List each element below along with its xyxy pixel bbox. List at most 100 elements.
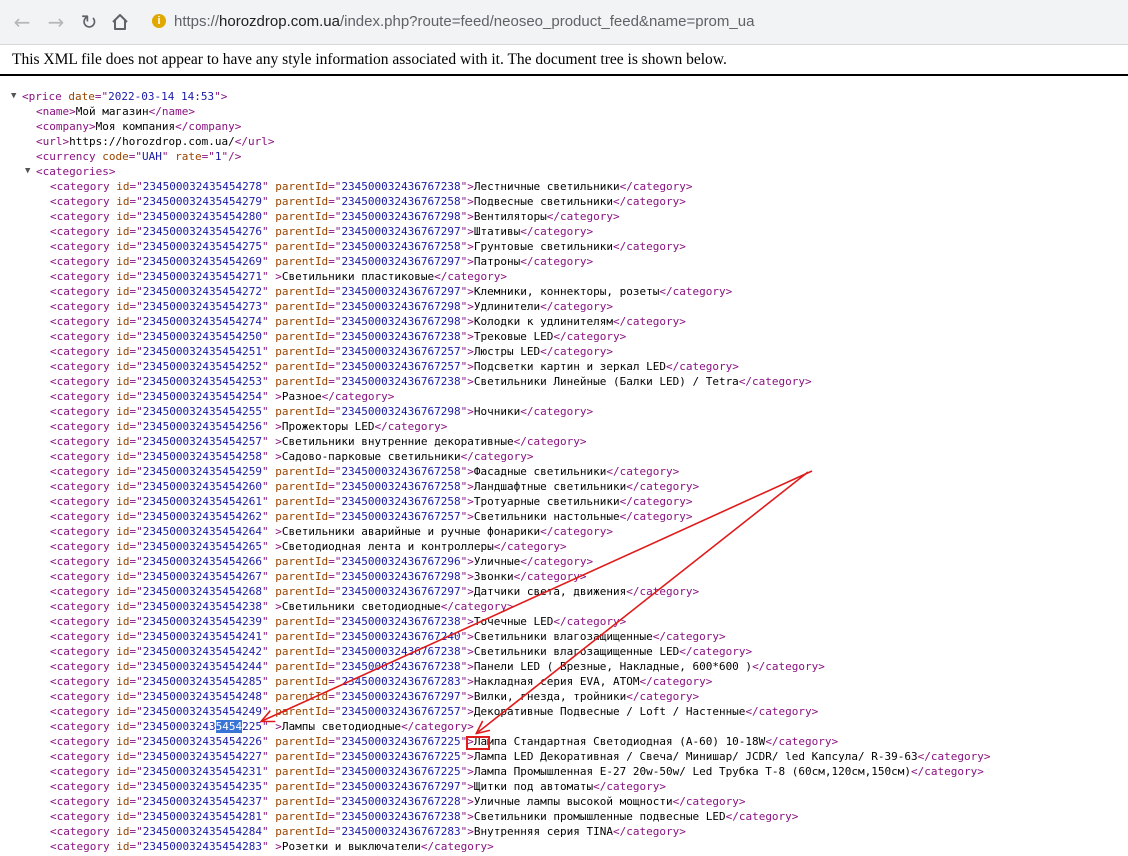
category-name: Прожекторы LED: [281, 420, 375, 433]
xml-token: parentId: [275, 810, 329, 823]
xml-token: </category>: [626, 585, 700, 598]
url-host: horozdrop.com.ua: [219, 13, 340, 30]
xml-token: id: [116, 600, 130, 613]
xml-category: <category id="234500032435454275" parent…: [0, 239, 1128, 254]
xml-category: <category id="234500032435454276" parent…: [0, 224, 1128, 239]
xml-token: >: [467, 480, 474, 493]
xml-token: ": [261, 210, 276, 223]
back-arrow-icon[interactable]: ←: [10, 10, 34, 34]
xml-category: <category id="234500032435454281" parent…: [0, 809, 1128, 824]
category-parent-id: 234500032436767297: [341, 780, 461, 793]
category-id: 234500032435454284: [142, 825, 262, 838]
xml-token: =": [129, 285, 143, 298]
category-parent-id: 234500032436767298: [341, 315, 461, 328]
url-text[interactable]: https://horozdrop.com.ua/index.php?route…: [174, 13, 754, 30]
xml-token: id: [116, 405, 130, 418]
xml-token: =": [328, 645, 342, 658]
xml-token: =": [129, 360, 143, 373]
xml-token: </category>: [679, 645, 753, 658]
xml-token: ": [261, 405, 276, 418]
xml-token: ">: [214, 90, 228, 103]
reload-icon[interactable]: ↻: [77, 10, 101, 34]
category-id: 234500032435454268: [142, 585, 262, 598]
xml-token: ": [261, 660, 276, 673]
xml-token: parentId: [275, 195, 329, 208]
xml-token: id: [116, 630, 130, 643]
xml-token: >: [467, 630, 474, 643]
xml-company-value: Моя компания: [95, 120, 176, 133]
category-id: 234500032435454259: [142, 465, 262, 478]
xml-token: parentId: [275, 210, 329, 223]
xml-token: =": [328, 750, 342, 763]
xml-token: >: [467, 240, 474, 253]
xml-category: <category id="234500032435454279" parent…: [0, 194, 1128, 209]
collapse-toggle-icon[interactable]: ▼: [11, 89, 16, 104]
xml-token: =": [328, 660, 342, 673]
category-parent-id: 234500032436767297: [341, 225, 461, 238]
xml-token: =": [328, 630, 342, 643]
category-id: 234500032435454249: [142, 705, 262, 718]
xml-token: ": [261, 375, 276, 388]
xml-token: id: [116, 195, 130, 208]
xml-category: <category id="234500032435454226" parent…: [0, 734, 1128, 749]
xml-token: >: [275, 720, 282, 733]
category-name: Светильники влагозащищенные: [473, 630, 653, 643]
xml-token: id: [116, 420, 130, 433]
home-icon[interactable]: [108, 10, 132, 34]
xml-token: parentId: [275, 330, 329, 343]
xml-token: ": [261, 825, 276, 838]
category-id-selection: 5454: [215, 720, 243, 733]
xml-category: <category id="234500032435454251" parent…: [0, 344, 1128, 359]
info-icon[interactable]: i: [152, 14, 166, 28]
xml-category: <category id="234500032435454284" parent…: [0, 824, 1128, 839]
xml-token: =": [128, 150, 142, 163]
category-id: 234500032435454276: [142, 225, 262, 238]
category-name: Звонки: [473, 570, 514, 583]
xml-category: <category id="234500032435454244" parent…: [0, 659, 1128, 674]
xml-token: =": [328, 570, 342, 583]
xml-token: id: [116, 210, 130, 223]
xml-token: parentId: [275, 585, 329, 598]
xml-token: parentId: [275, 300, 329, 313]
address-bar[interactable]: i https://horozdrop.com.ua/index.php?rou…: [142, 7, 1122, 37]
xml-token: =": [129, 525, 143, 538]
xml-token: ": [261, 450, 276, 463]
divider: [0, 74, 1128, 76]
xml-token: <category: [50, 285, 117, 298]
category-name: Подсветки картин и зеркал LED: [473, 360, 666, 373]
xml-token: ": [261, 180, 276, 193]
forward-arrow-icon[interactable]: →: [44, 10, 68, 34]
xml-token: =": [129, 225, 143, 238]
xml-token: ": [261, 570, 276, 583]
xml-token: =": [129, 240, 143, 253]
xml-token: ": [261, 525, 276, 538]
xml-token: </category>: [540, 345, 613, 358]
xml-token: >: [467, 510, 474, 523]
xml-token: <category: [50, 270, 117, 283]
category-name: Светильники пластиковые: [281, 270, 435, 283]
xml-token: >: [467, 690, 474, 703]
xml-token: id: [116, 735, 130, 748]
xml-token: <category: [50, 825, 117, 838]
xml-token: </category>: [321, 390, 395, 403]
xml-token: =": [328, 675, 342, 688]
category-id: 234500032435454239: [142, 615, 262, 628]
xml-category: <category id="234500032435454264" >Свети…: [0, 524, 1128, 539]
xml-token: =": [129, 720, 143, 733]
xml-token: parentId: [275, 630, 329, 643]
xml-token: </category>: [619, 510, 693, 523]
category-id: 234500032435454265: [142, 540, 262, 553]
xml-category: <category id="234500032435454273" parent…: [0, 299, 1128, 314]
xml-token: =": [328, 825, 342, 838]
collapse-toggle-icon[interactable]: ▼: [25, 164, 30, 179]
xml-token: <category: [50, 720, 117, 733]
xml-token: >: [467, 465, 474, 478]
category-parent-id: 234500032436767257: [341, 345, 461, 358]
xml-token: >: [467, 300, 474, 313]
xml-token: parentId: [275, 705, 329, 718]
xml-token: ": [261, 645, 276, 658]
xml-token: parentId: [275, 255, 329, 268]
xml-token: id: [116, 705, 130, 718]
category-name: Люстры LED: [473, 345, 541, 358]
xml-token: <category: [50, 390, 117, 403]
